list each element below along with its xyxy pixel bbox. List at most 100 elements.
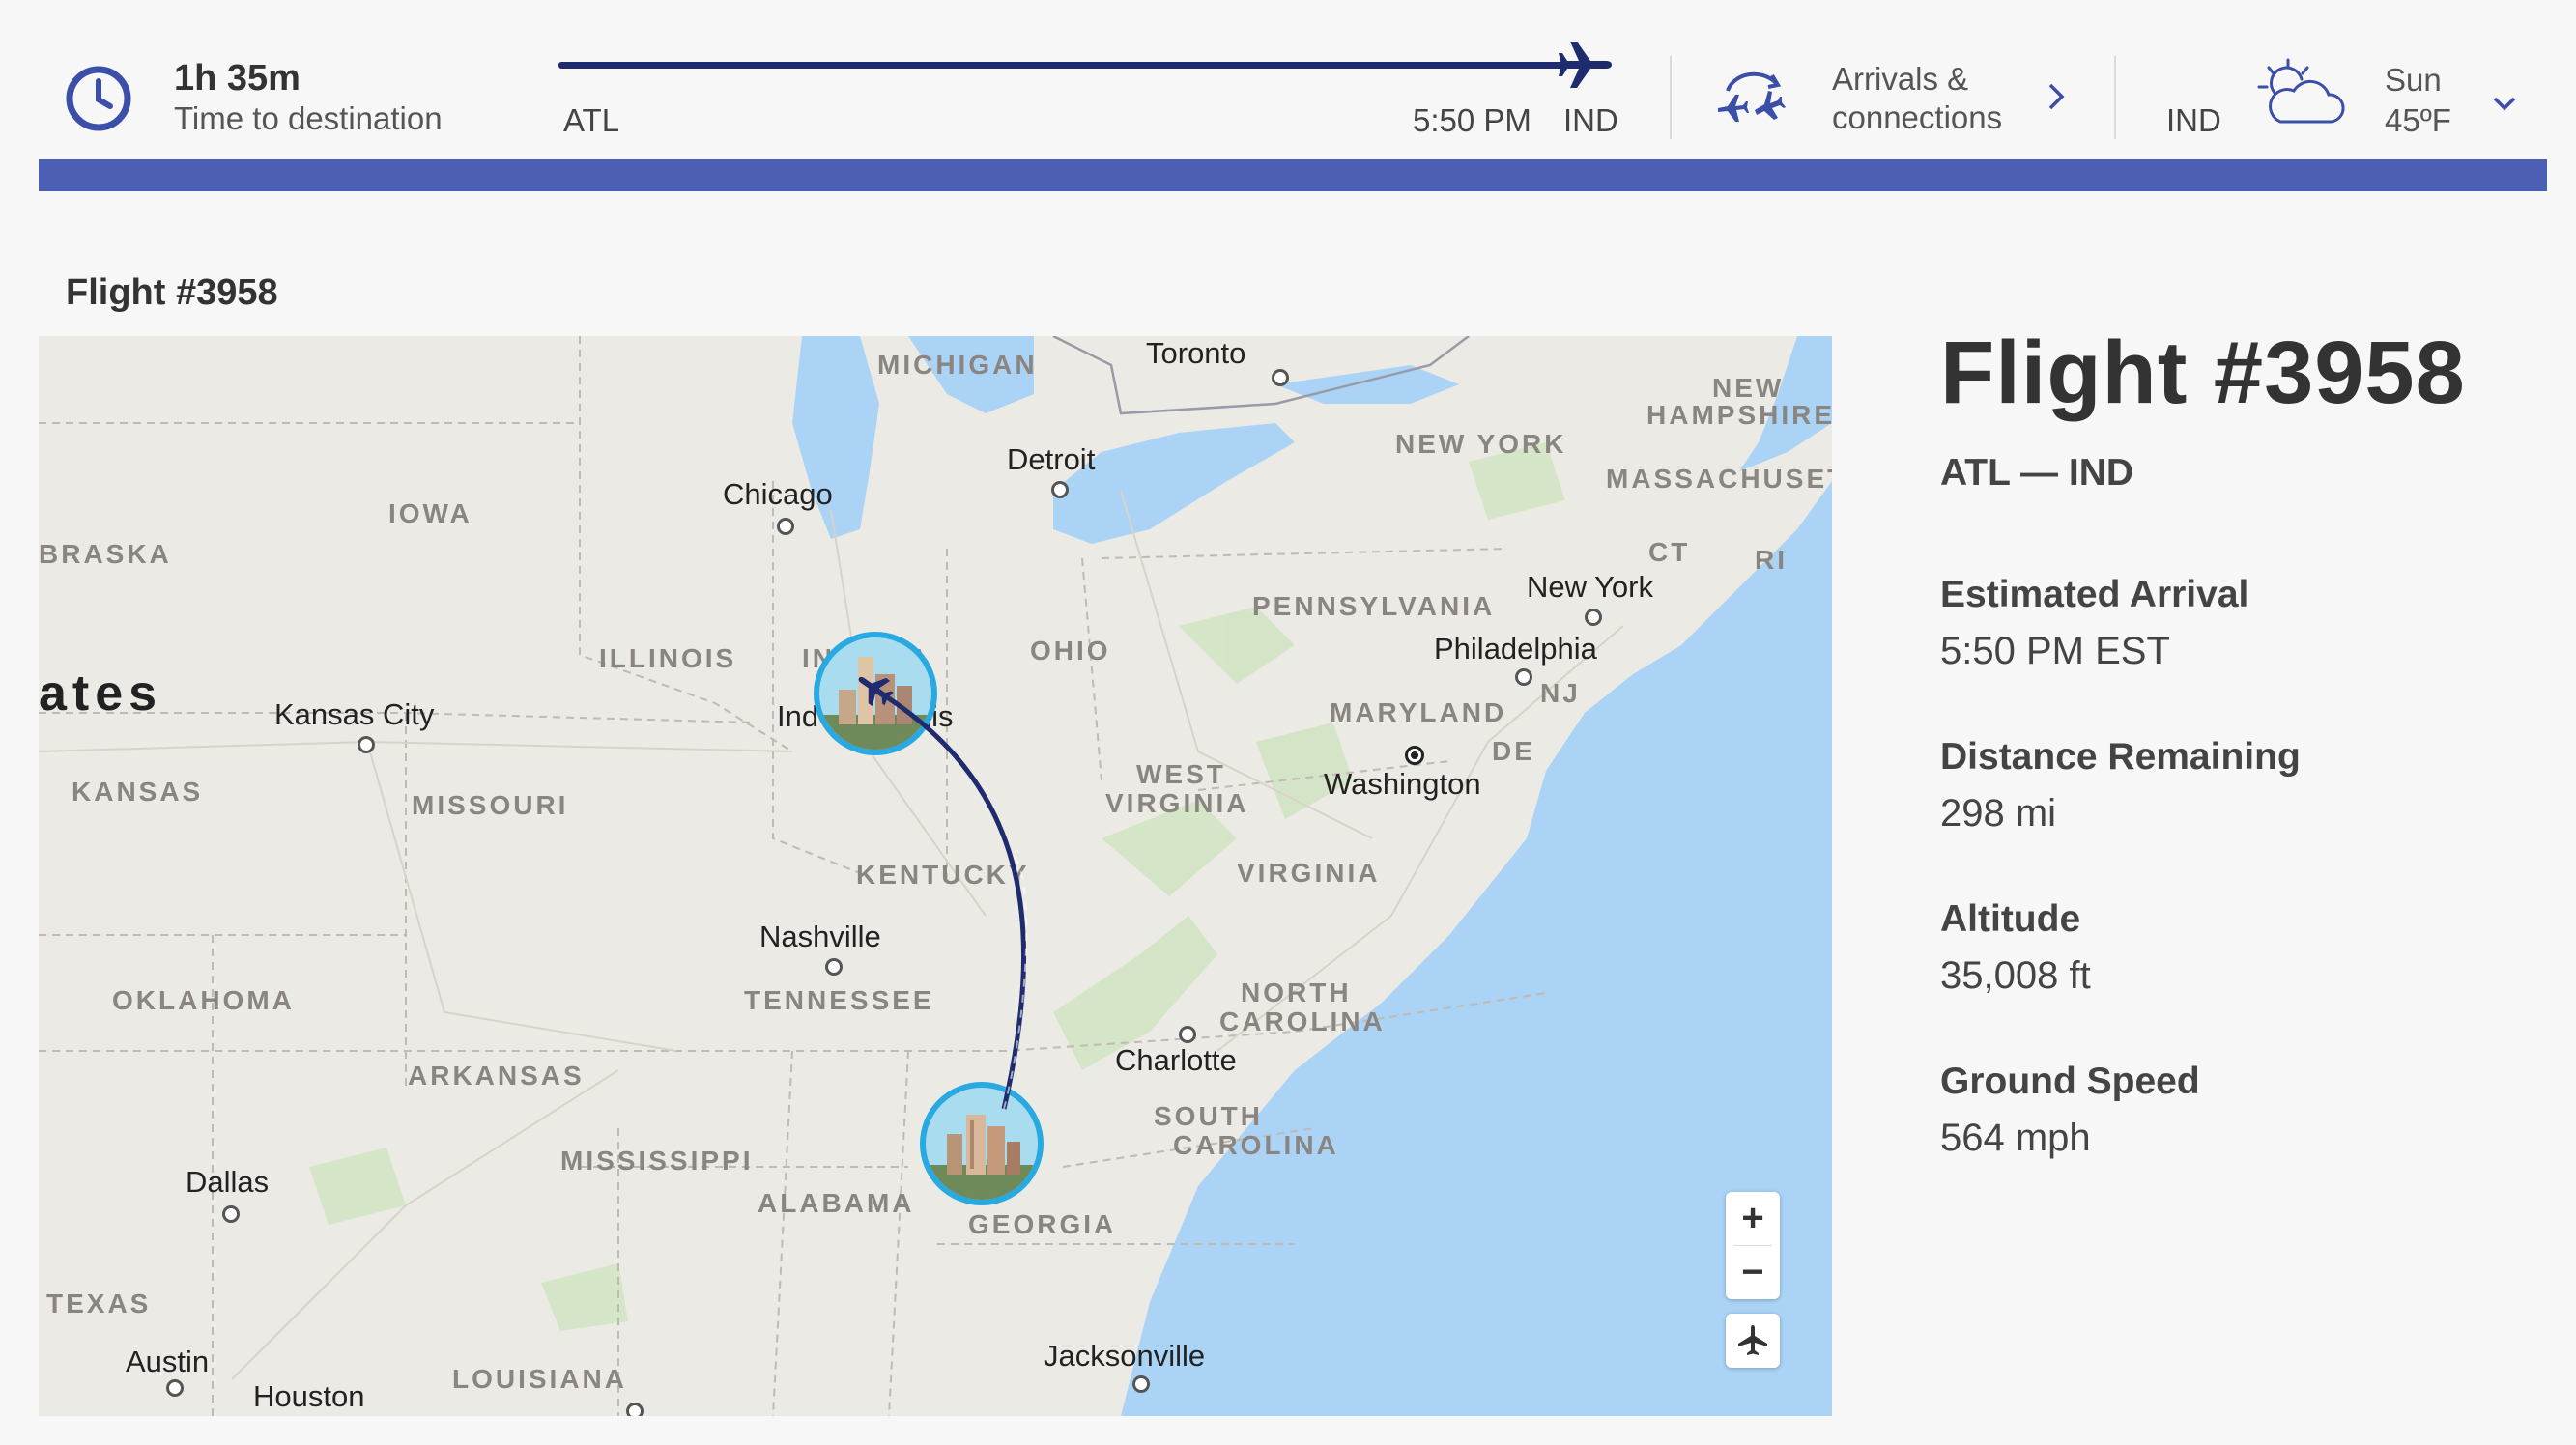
state-label: MISSISSIPPI (560, 1146, 754, 1176)
city-label: Dallas (186, 1165, 270, 1199)
flight-map[interactable]: ates MICHIGAN NEW HAMPSHIRE NEW YORK MAS… (39, 336, 1832, 1416)
state-label: MARYLAND (1330, 697, 1507, 727)
flight-progress-bar (558, 62, 1573, 69)
city-label: Nashville (759, 920, 881, 953)
city-dot (1585, 609, 1602, 626)
ground-speed-value: 564 mph (1940, 1117, 2091, 1159)
destination-code: IND (1563, 102, 1618, 138)
chevron-down-icon[interactable] (2487, 89, 2522, 118)
arrivals-label-line2: connections (1832, 99, 2003, 135)
arrivals-label-line1: Arrivals & (1832, 61, 1969, 97)
divider (1670, 56, 1672, 139)
state-label: CAROLINA (1219, 1006, 1386, 1036)
flight-route: ATL — IND (1940, 452, 2134, 494)
city-label: Charlotte (1115, 1043, 1237, 1077)
clock-icon (66, 66, 131, 131)
arrivals-connections-button[interactable]: Arrivals & connections (1710, 54, 2077, 141)
city-dot (222, 1205, 240, 1223)
weather-temperature: 45ºF (2385, 102, 2451, 138)
state-label: IOWA (388, 498, 472, 528)
accent-bar (39, 159, 2547, 191)
state-label: BRASKA (39, 539, 172, 569)
city-label: Ind (777, 699, 819, 733)
city-label: Washington (1324, 767, 1481, 801)
weather-location: IND (2166, 102, 2221, 138)
city-dot (166, 1379, 184, 1397)
estimated-arrival-label: Estimated Arrival (1940, 574, 2249, 615)
destination-airport-marker[interactable] (814, 632, 937, 755)
state-label: MICHIGAN (877, 350, 1038, 380)
state-label: RI (1755, 545, 1788, 575)
state-label: TEXAS (46, 1289, 152, 1318)
city-label: Jacksonville (1044, 1339, 1206, 1373)
origin-code: ATL (563, 102, 620, 138)
center-on-flight-button[interactable] (1726, 1314, 1780, 1368)
chevron-right-icon (2048, 83, 2065, 110)
weather-day: Sun (2385, 62, 2442, 98)
state-label: SOUTH (1154, 1101, 1263, 1131)
city-dot (1132, 1375, 1150, 1393)
state-label: NEW YORK (1395, 429, 1567, 459)
distance-remaining-value: 298 mi (1940, 792, 2057, 835)
state-label: NJ (1540, 678, 1581, 708)
city-label: New York (1527, 570, 1653, 604)
state-label: ILLINOIS (599, 643, 737, 673)
state-label: TENNESSEE (744, 985, 934, 1015)
state-label: GEORGIA (968, 1209, 1117, 1239)
city-dot (825, 958, 843, 976)
state-label: HAMPSHIRE (1646, 400, 1832, 430)
state-label: PENNSYLVANIA (1252, 591, 1496, 621)
city-dot (1179, 1026, 1196, 1043)
city-dot (1272, 369, 1289, 386)
state-label: CAROLINA (1173, 1130, 1339, 1160)
divider (2114, 56, 2116, 139)
state-label: OKLAHOMA (112, 985, 295, 1015)
arrivals-connections-icon (1718, 71, 1786, 122)
estimated-arrival-value: 5:50 PM EST (1940, 630, 2170, 672)
capital-dot (1405, 746, 1424, 765)
city-dot (358, 736, 375, 753)
plane-icon (1738, 1325, 1767, 1355)
state-label: MASSACHUSET (1606, 464, 1832, 494)
arrival-time: 5:50 PM (1413, 102, 1531, 138)
time-to-destination-value: 1h 35m (174, 58, 301, 99)
city-label: Toronto (1146, 336, 1246, 370)
flight-status-bar: 1h 35m Time to destination ATL 5:50 PM I… (0, 0, 2576, 159)
city-skyline-icon (926, 1115, 1038, 1200)
origin-airport-marker[interactable] (920, 1082, 1044, 1205)
city-label: Chicago (723, 477, 833, 511)
partly-cloudy-icon (2257, 58, 2345, 124)
state-label: KENTUCKY (856, 860, 1030, 890)
city-dot (1051, 481, 1069, 498)
state-label: CT (1648, 537, 1691, 567)
state-label: KANSAS (72, 777, 204, 807)
flight-title: Flight #3958 (1940, 324, 2466, 422)
zoom-out-button[interactable]: − (1726, 1246, 1780, 1299)
country-label: ates (39, 666, 163, 722)
state-label: NORTH (1241, 978, 1352, 1007)
state-label: ARKANSAS (408, 1061, 585, 1091)
section-title: Flight #3958 (66, 272, 278, 313)
state-label: VIRGINIA (1105, 788, 1249, 818)
plane-icon (1559, 42, 1612, 88)
distance-remaining-label: Distance Remaining (1940, 736, 2301, 778)
state-label: LOUISIANA (452, 1364, 627, 1394)
city-label: Austin (126, 1345, 210, 1378)
city-dot (777, 518, 794, 535)
city-label: Philadelphia (1434, 632, 1597, 666)
altitude-label: Altitude (1940, 898, 2081, 940)
zoom-controls: + − (1726, 1192, 1780, 1299)
city-label: Houston (253, 1379, 365, 1413)
city-label: Kansas City (274, 697, 435, 731)
state-label: MISSOURI (412, 790, 569, 820)
state-label: DE (1492, 736, 1535, 766)
city-dot (1515, 668, 1532, 686)
state-label: VIRGINIA (1237, 858, 1381, 888)
city-label: Detroit (1007, 442, 1096, 476)
time-to-destination-label: Time to destination (174, 100, 443, 136)
arrivals-connections-label: Arrivals & connections (1832, 60, 2025, 137)
state-label: OHIO (1030, 636, 1111, 666)
state-label: WEST (1136, 759, 1226, 789)
zoom-in-button[interactable]: + (1726, 1192, 1780, 1245)
altitude-value: 35,008 ft (1940, 954, 2091, 997)
